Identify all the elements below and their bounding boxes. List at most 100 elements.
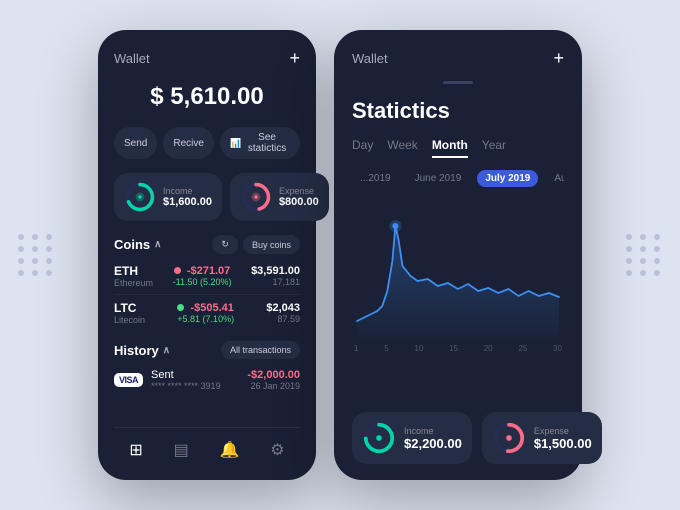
wallet-header: Wallet +: [114, 48, 300, 69]
eth-left: ETH Ethereum: [114, 264, 153, 288]
wallet-panel: Wallet + $ 5,610.00 Send Recive 📊 See st…: [98, 30, 316, 480]
ltc-change-main: -$505.41: [177, 302, 234, 314]
history-item-amount: -$2,000.00 26 Jan 2019: [247, 369, 300, 391]
expense-label: Expense: [279, 186, 319, 196]
chart-label-30: 30: [553, 344, 562, 353]
ltc-amount: 87.59: [277, 314, 300, 324]
history-item: VISA Sent **** **** **** 3919 -$2,000.00…: [114, 363, 300, 397]
receive-button[interactable]: Recive: [163, 127, 214, 159]
app-container: Wallet + $ 5,610.00 Send Recive 📊 See st…: [88, 20, 592, 490]
chart-label-1: 1: [354, 344, 358, 353]
eth-dot-icon: [174, 267, 181, 274]
eth-change-sub: -11.50 (5.20%): [173, 277, 232, 287]
visa-icon: VISA: [114, 373, 143, 387]
date-pill-prev2019[interactable]: ...2019: [352, 170, 399, 187]
ltc-left: LTC Litecoin: [114, 301, 145, 325]
income-expense-row: Income $1,600.00 Expense $800.00: [114, 173, 300, 221]
tab-year[interactable]: Year: [482, 138, 506, 158]
expense-info: Expense $800.00: [279, 186, 319, 208]
history-section: History ∧ All transactions VISA Sent ***…: [114, 341, 300, 397]
chart-label-10: 10: [414, 344, 423, 353]
chart-label-15: 15: [449, 344, 458, 353]
stats-expense-card: Expense $1,500.00: [482, 412, 602, 464]
date-pill-july[interactable]: July 2019: [477, 170, 538, 187]
income-value: $1,600.00: [163, 196, 212, 208]
all-transactions-button[interactable]: All transactions: [221, 341, 300, 359]
expense-ring-icon: [240, 181, 272, 213]
stats-title: Wallet: [352, 51, 388, 66]
statistics-button[interactable]: 📊 See statictics: [220, 127, 300, 159]
nav-chart-icon[interactable]: ▤: [170, 436, 193, 464]
date-pills-row: ...2019 June 2019 July 2019 August 2...: [352, 170, 564, 187]
stats-add-button[interactable]: +: [553, 48, 564, 69]
chart-label-20: 20: [484, 344, 493, 353]
send-button[interactable]: Send: [114, 127, 157, 159]
chart-label-5: 5: [384, 344, 388, 353]
eth-change: -$271.07 -11.50 (5.20%): [173, 265, 232, 287]
send-label: Send: [124, 138, 147, 149]
tab-week[interactable]: Week: [387, 138, 417, 158]
stats-expense-info: Expense $1,500.00: [534, 426, 592, 451]
nav-bell-icon[interactable]: 🔔: [216, 436, 244, 464]
stats-expense-label: Expense: [534, 426, 592, 436]
history-section-header: History ∧ All transactions: [114, 341, 300, 359]
chart-label-25: 25: [518, 344, 527, 353]
stats-income-label: Income: [404, 426, 462, 436]
income-card: Income $1,600.00: [114, 173, 222, 221]
refresh-button[interactable]: ↻: [212, 235, 238, 254]
statistics-chart: [352, 201, 564, 341]
chart-x-labels: 1 5 10 15 20 25 30: [352, 344, 564, 353]
statistics-panel: Wallet + Statictics Day Week Month Year …: [334, 30, 582, 480]
eth-change-main: -$271.07: [174, 265, 231, 277]
eth-right: $3,591.00 17,181: [251, 265, 300, 287]
stats-expense-ring-icon: [492, 421, 526, 455]
expense-card: Expense $800.00: [230, 173, 329, 221]
chart-area-fill: [357, 226, 559, 339]
statistics-tabs: Day Week Month Year: [352, 138, 564, 158]
history-item-info: Sent **** **** **** 3919: [151, 369, 239, 391]
history-item-date: 26 Jan 2019: [250, 381, 300, 391]
ltc-right: $2,043 87.59: [266, 302, 300, 324]
stats-income-ring-icon: [362, 421, 396, 455]
nav-wallet-icon[interactable]: ⊞: [125, 436, 146, 464]
eth-row: ETH Ethereum -$271.07 -11.50 (5.20%) $3,…: [114, 258, 300, 295]
decorative-dots-left: [18, 234, 54, 276]
ltc-row: LTC Litecoin -$505.41 +5.81 (7.10%) $2,0…: [114, 295, 300, 331]
statistics-icon: 📊: [230, 138, 241, 149]
history-item-sub: **** **** **** 3919: [151, 381, 239, 391]
coins-title: Coins ∧: [114, 237, 161, 252]
ltc-symbol: LTC: [114, 301, 145, 315]
date-pill-june[interactable]: June 2019: [407, 170, 470, 187]
action-buttons-row: Send Recive 📊 See statictics: [114, 127, 300, 159]
chart-peak-halo: [389, 220, 401, 232]
stats-expense-value: $1,500.00: [534, 436, 592, 451]
statistics-label: See statictics: [244, 132, 290, 154]
stats-income-card: Income $2,200.00: [352, 412, 472, 464]
statistics-page-title: Statictics: [352, 98, 564, 124]
date-pill-august[interactable]: August 2...: [546, 170, 564, 187]
history-item-label: Sent: [151, 369, 239, 381]
buy-coins-button[interactable]: Buy coins: [243, 235, 300, 254]
decorative-dots-right: [626, 234, 662, 276]
history-item-value: -$2,000.00: [247, 369, 300, 381]
tab-day[interactable]: Day: [352, 138, 373, 158]
expense-value: $800.00: [279, 196, 319, 208]
income-ring-icon: [124, 181, 156, 213]
wallet-title: Wallet: [114, 51, 150, 66]
stats-income-value: $2,200.00: [404, 436, 462, 451]
history-chevron-icon: ∧: [163, 345, 170, 356]
bottom-nav: ⊞ ▤ 🔔 ⚙: [114, 427, 300, 464]
coins-section: Coins ∧ ↻ Buy coins ETH Ethereum -$271.0…: [114, 235, 300, 331]
history-title: History ∧: [114, 343, 170, 358]
tab-month[interactable]: Month: [432, 138, 468, 158]
income-info: Income $1,600.00: [163, 186, 212, 208]
wallet-add-button[interactable]: +: [289, 48, 300, 69]
chart-area: 1 5 10 15 20 25 30: [352, 201, 564, 398]
stats-income-info: Income $2,200.00: [404, 426, 462, 451]
eth-value: $3,591.00: [251, 265, 300, 277]
ltc-value: $2,043: [266, 302, 300, 314]
coins-section-header: Coins ∧ ↻ Buy coins: [114, 235, 300, 254]
bottom-stats-row: Income $2,200.00 Expense $1,500.00: [352, 412, 564, 464]
eth-amount: 17,181: [272, 277, 300, 287]
nav-settings-icon[interactable]: ⚙: [266, 436, 288, 464]
